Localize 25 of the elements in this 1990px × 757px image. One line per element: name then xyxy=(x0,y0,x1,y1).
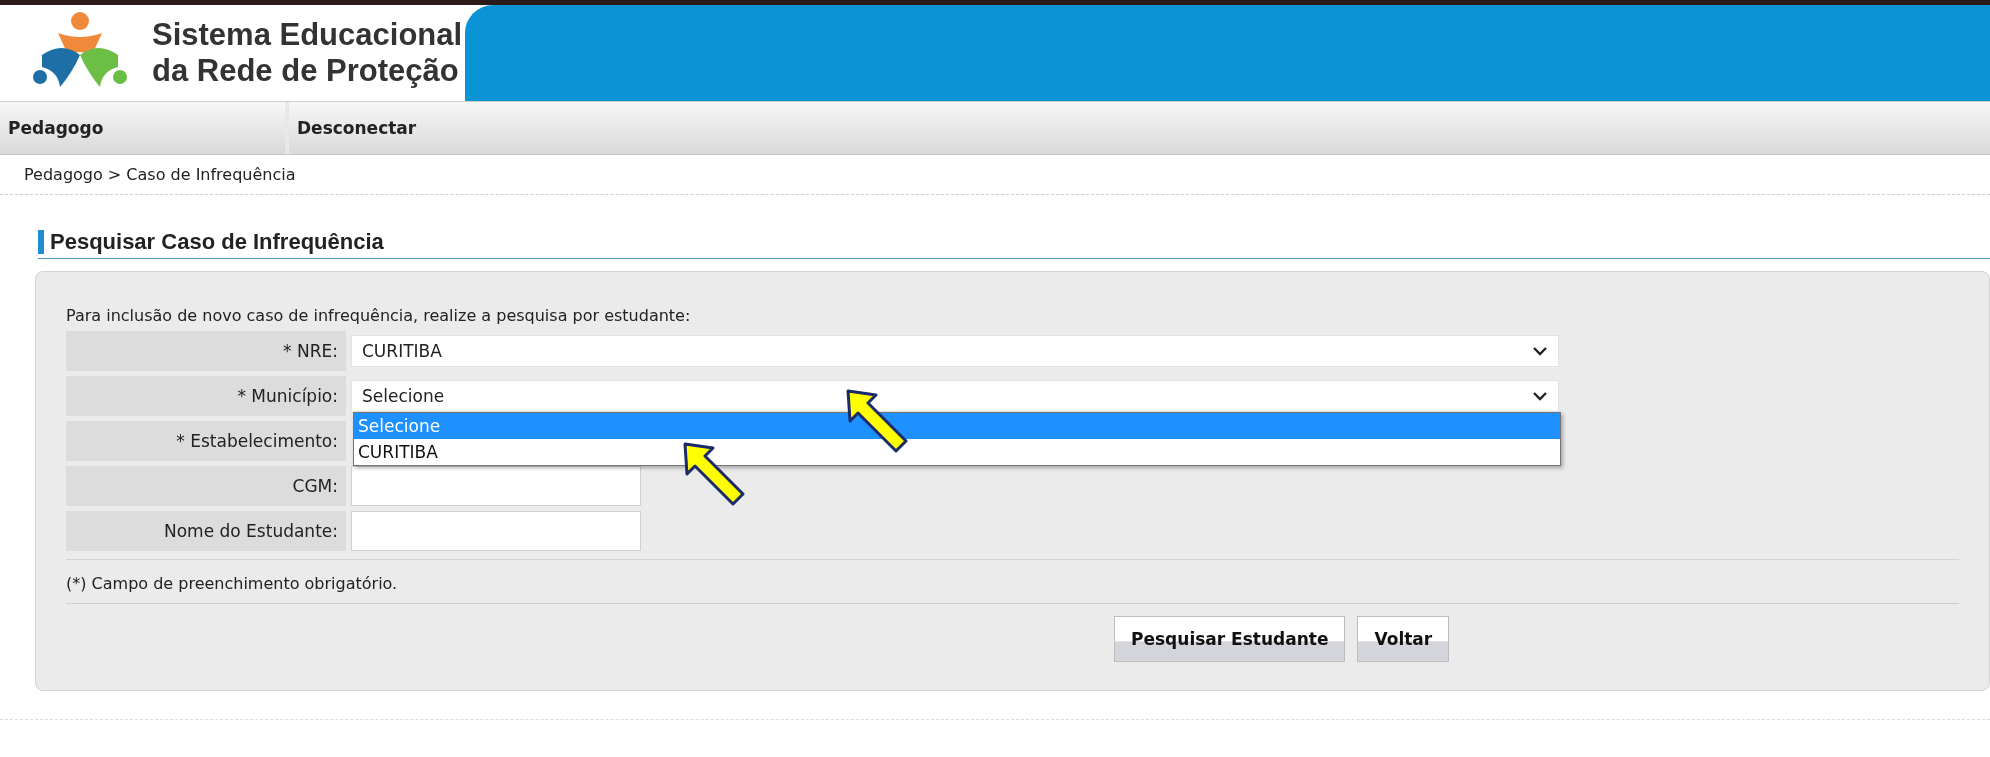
dropdown-option[interactable]: CURITIBA xyxy=(354,439,1560,465)
field-label: * Estabelecimento: xyxy=(66,421,346,461)
site-title: da Rede de Proteção xyxy=(152,53,460,89)
chevron-down-icon xyxy=(1532,346,1548,356)
select-field[interactable]: CURITIBA xyxy=(351,335,1559,367)
nav-item[interactable]: Pedagogo xyxy=(0,102,289,154)
field-label: * NRE: xyxy=(66,331,346,371)
text-field[interactable] xyxy=(351,466,641,506)
field-label: CGM: xyxy=(66,466,346,506)
breadcrumb: Pedagogo > Caso de Infrequência xyxy=(0,155,1990,195)
annotation-arrow xyxy=(683,442,745,506)
title-marker xyxy=(38,230,44,254)
annotation-arrow xyxy=(846,389,908,453)
site-title: Sistema Educacional xyxy=(152,17,463,53)
select-field[interactable]: Selecione xyxy=(351,380,1559,412)
intro-text: Para inclusão de novo caso de infrequência, realize a pesquisa por estudante: xyxy=(66,306,692,325)
action-button[interactable]: Voltar xyxy=(1357,616,1450,662)
page-title: Pesquisar Caso de Infrequência xyxy=(50,229,384,255)
nav-item[interactable]: Desconectar xyxy=(289,102,549,154)
field-label: Nome do Estudante: xyxy=(66,511,346,551)
chevron-down-icon xyxy=(1532,391,1548,401)
field-label: * Município: xyxy=(66,376,346,416)
text-field[interactable] xyxy=(351,511,641,551)
required-note: (*) Campo de preenchimento obrigatório. xyxy=(66,559,1959,603)
action-button[interactable]: Pesquisar Estudante xyxy=(1114,616,1346,662)
